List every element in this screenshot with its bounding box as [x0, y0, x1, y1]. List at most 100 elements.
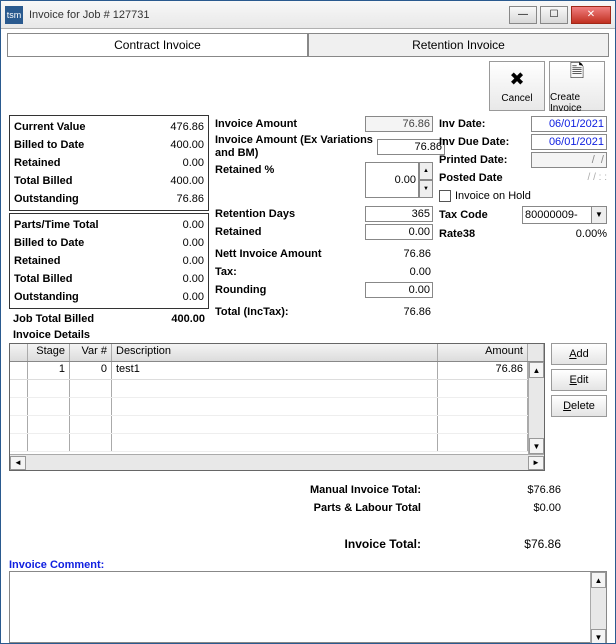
scroll-up-icon[interactable]: ▲ [591, 572, 606, 588]
mid-retained-field[interactable] [365, 224, 433, 240]
grid-vertical-scrollbar[interactable]: ▲▼ [528, 362, 544, 454]
edit-button[interactable]: Edit [551, 369, 607, 391]
invoice-total: $76.86 [481, 536, 561, 552]
rate-value: 0.00% [576, 228, 607, 240]
retained2-label: Retained [14, 253, 60, 269]
inv-date-field[interactable] [531, 116, 607, 132]
retention-days-label: Retention Days [215, 206, 295, 222]
rounding-label: Rounding [215, 282, 266, 298]
parts-labour-total-label: Parts & Labour Total [9, 500, 481, 516]
retained: 0.00 [148, 155, 204, 171]
invoice-total-label: Invoice Total: [9, 536, 481, 552]
invoice-comment-label: Invoice Comment: [9, 559, 607, 571]
rounding-field[interactable] [365, 282, 433, 298]
tax-value [365, 265, 433, 279]
inv-due-field[interactable] [531, 134, 607, 150]
invoice-amount-ex-label: Invoice Amount (Ex Variations and BM) [215, 134, 377, 160]
mid-retained-label: Retained [215, 224, 261, 240]
window-title: Invoice for Job # 127731 [29, 9, 509, 21]
invoice-on-hold-checkbox[interactable] [439, 190, 451, 202]
printed-date-field [531, 152, 607, 168]
billed-to-date2: 0.00 [148, 235, 204, 251]
content-pane: ✖ Cancel 🗎 Create Invoice Current Value4… [1, 57, 615, 643]
total-billed2-label: Total Billed [14, 271, 72, 287]
comment-scrollbar[interactable]: ▲▼ [590, 572, 606, 643]
billed-to-date: 400.00 [148, 137, 204, 153]
app-icon: tsm [5, 6, 23, 24]
minimize-button[interactable]: — [509, 6, 537, 24]
maximize-button[interactable]: ☐ [540, 6, 568, 24]
parts-time-total: 0.00 [148, 217, 204, 233]
posted-date: / / : : [588, 172, 607, 183]
nett-value [365, 247, 433, 261]
retained-label: Retained [14, 155, 60, 171]
scroll-right-icon[interactable]: ► [528, 456, 544, 470]
outstanding2: 0.00 [148, 289, 204, 305]
outstanding-label: Outstanding [14, 191, 79, 207]
invoice-amount-ex-field[interactable] [377, 139, 445, 155]
outstanding2-label: Outstanding [14, 289, 79, 305]
invoice-comment-field[interactable] [9, 571, 607, 643]
document-icon: 🗎 [570, 59, 584, 89]
printed-date-label: Printed Date: [439, 152, 507, 168]
cell-desc: test1 [112, 362, 438, 379]
cancel-label: Cancel [501, 93, 532, 104]
parts-labour-total: $0.00 [481, 500, 561, 516]
delete-button[interactable]: Delete [551, 395, 607, 417]
grid-horizontal-scrollbar[interactable]: ◄ ► [10, 454, 544, 470]
close-button[interactable]: ✕ [571, 6, 611, 24]
retained-pct-up[interactable]: ▲ [419, 162, 433, 180]
summary-column: Current Value476.86 Billed to Date400.00… [9, 115, 209, 341]
invoice-amount-label: Invoice Amount [215, 116, 297, 132]
scroll-down-icon[interactable]: ▼ [529, 438, 544, 454]
parts-time-total-label: Parts/Time Total [14, 217, 99, 233]
total-billed: 400.00 [148, 173, 204, 189]
scroll-left-icon[interactable]: ◄ [10, 456, 26, 470]
invoice-details-grid[interactable]: Stage Var # Description Amount 1 0 test1… [9, 343, 545, 471]
total-billed-label: Total Billed [14, 173, 72, 189]
outstanding: 76.86 [148, 191, 204, 207]
inv-date-label: Inv Date: [439, 116, 485, 132]
grid-header-desc[interactable]: Description [112, 344, 438, 361]
taxcode-field[interactable] [522, 206, 592, 224]
dates-column: Inv Date: Inv Due Date: Printed Date: Po… [439, 115, 607, 341]
posted-date-label: Posted Date [439, 170, 503, 186]
grid-header-var[interactable]: Var # [70, 344, 112, 361]
nett-label: Nett Invoice Amount [215, 246, 322, 262]
retained-pct-down[interactable]: ▼ [419, 180, 433, 198]
scroll-up-icon[interactable]: ▲ [529, 362, 544, 378]
invoice-amount-field [365, 116, 433, 132]
tab-contract-invoice[interactable]: Contract Invoice [7, 33, 308, 57]
manual-invoice-total: $76.86 [481, 482, 561, 498]
taxcode-label: Tax Code [439, 207, 488, 223]
invoice-details-label: Invoice Details [9, 329, 209, 341]
current-value: 476.86 [148, 119, 204, 135]
tab-retention-invoice[interactable]: Retention Invoice [308, 33, 609, 57]
rate-label: Rate38 [439, 226, 475, 242]
cancel-button[interactable]: ✖ Cancel [489, 61, 545, 111]
create-invoice-button[interactable]: 🗎 Create Invoice [549, 61, 605, 111]
grid-header-stage[interactable]: Stage [28, 344, 70, 361]
tax-label: Tax: [215, 264, 237, 280]
invoice-window: tsm Invoice for Job # 127731 — ☐ ✕ Contr… [0, 0, 616, 644]
billed-to-date2-label: Billed to Date [14, 235, 84, 251]
invoice-on-hold-label: Invoice on Hold [455, 190, 531, 202]
table-row[interactable]: 1 0 test1 76.86 [10, 362, 544, 380]
total-inctax-value [365, 305, 433, 319]
total-billed2: 0.00 [148, 271, 204, 287]
manual-invoice-total-label: Manual Invoice Total: [9, 482, 481, 498]
grid-header-amount[interactable]: Amount [438, 344, 528, 361]
billed-to-date-label: Billed to Date [14, 137, 84, 153]
retention-days-field[interactable] [365, 206, 433, 222]
scroll-down-icon[interactable]: ▼ [591, 629, 606, 643]
total-inctax-label: Total (IncTax): [215, 304, 289, 320]
job-total-billed: 400.00 [171, 313, 205, 325]
retained-pct-field[interactable] [365, 162, 419, 198]
cell-amount: 76.86 [438, 362, 528, 379]
add-button[interactable]: Add [551, 343, 607, 365]
taxcode-dropdown[interactable]: ▼ [592, 206, 607, 224]
cancel-icon: ✖ [509, 69, 524, 90]
retained2: 0.00 [148, 253, 204, 269]
cell-stage: 1 [28, 362, 70, 379]
create-invoice-label: Create Invoice [550, 92, 604, 114]
